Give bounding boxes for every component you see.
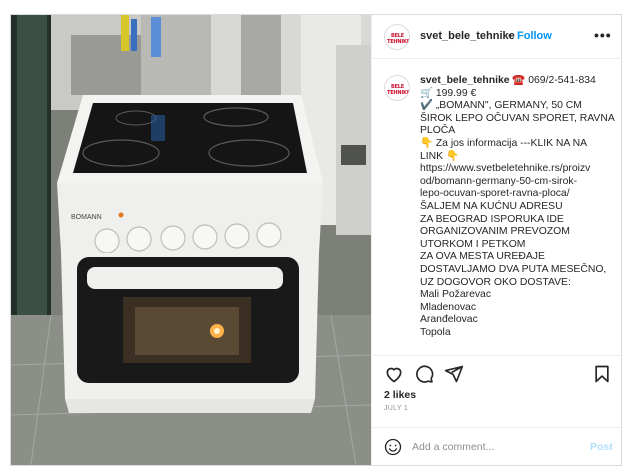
follow-button[interactable]: Follow	[517, 30, 552, 42]
caption-line: DOSTAVLJAMO DVA PUTA MESEČNO,	[420, 263, 607, 275]
caption-line: LINK 👇	[420, 150, 459, 162]
caption-line: Topola	[420, 326, 451, 338]
avatar[interactable]: BELE TEHNIKE	[384, 24, 410, 50]
caption-text: svet_bele_tehnike ☎️ 069/2-541-834 🛒 199…	[420, 75, 616, 339]
caption-line: ☎️ 069/2-541-834	[509, 75, 596, 86]
caption-line: Aranđelovac	[420, 314, 478, 326]
more-icon[interactable]: •••	[594, 27, 612, 43]
caption-line: 🛒 199.99 €	[420, 87, 477, 99]
stove-brand-text: BOMANN	[71, 214, 102, 221]
stove-photo: BOMANN	[11, 15, 371, 465]
post-date[interactable]: JULY 1	[384, 405, 408, 412]
post-header: BELE TEHNIKE svet_bele_tehnike • Follow …	[372, 15, 623, 59]
caption-line: UZ DOGOVOR OKO DOSTAVE:	[420, 276, 571, 288]
caption-line: ŠALJEM NA KUĆNU ADRESU	[420, 200, 563, 212]
caption-line: ORGANIZOVANIM PREVOZOM	[420, 226, 570, 238]
caption-line: ✔️ „BOMANN", GERMANY, 50 CM	[420, 100, 582, 112]
caption-line: Mali Požarevac	[420, 289, 492, 301]
comment-icon[interactable]	[414, 364, 434, 384]
caption-link[interactable]: https://www.svetbeletehnike.rs/proizv	[420, 163, 616, 176]
post-photo[interactable]: BOMANN	[11, 15, 371, 465]
caption-line: ŠIROK LEPO OČUVAN SPORET, RAVNA	[420, 112, 615, 124]
caption-line: 👇 Za jos informacija ---KLIK NA NA	[420, 137, 588, 149]
likes-count[interactable]: 2 likes	[384, 389, 416, 401]
comment-box: Post	[372, 427, 623, 465]
action-bar	[372, 355, 623, 389]
share-icon[interactable]	[444, 364, 464, 384]
caption-avatar[interactable]: BELE TEHNIKE	[384, 75, 410, 101]
caption-line: ZA OVA MESTA UREĐAJE	[420, 251, 545, 263]
comment-input[interactable]	[412, 439, 572, 455]
caption-line: UTORKOM I PETKOM	[420, 238, 526, 250]
caption-avatar-logo-text: BELE TEHNIKE	[387, 84, 410, 96]
post-comment-button[interactable]: Post	[590, 441, 613, 453]
avatar-logo-text: BELE TEHNIKE	[387, 33, 410, 45]
header-username[interactable]: svet_bele_tehnike	[420, 30, 515, 42]
instagram-post: BOMANN BELE TEHNIKE svet_bele_tehnike • …	[10, 14, 623, 466]
heart-icon[interactable]	[384, 364, 404, 384]
caption-link[interactable]: od/bomann-germany-50-cm-sirok-	[420, 176, 616, 189]
bookmark-icon[interactable]	[592, 364, 612, 384]
header-separator: •	[508, 30, 512, 42]
caption-line: Mladenovac	[420, 301, 477, 313]
caption-line: PLOČA	[420, 125, 456, 137]
caption-area[interactable]: BELE TEHNIKE svet_bele_tehnike ☎️ 069/2-…	[372, 61, 623, 355]
caption-link[interactable]: lepo-ocuvan-sporet-ravna-ploca/	[420, 188, 616, 201]
caption-line: ZA BEOGRAD ISPORUKA IDE	[420, 213, 564, 225]
post-sidebar: BELE TEHNIKE svet_bele_tehnike • Follow …	[371, 15, 623, 465]
emoji-icon[interactable]	[384, 438, 402, 456]
caption-username[interactable]: svet_bele_tehnike	[420, 75, 510, 86]
